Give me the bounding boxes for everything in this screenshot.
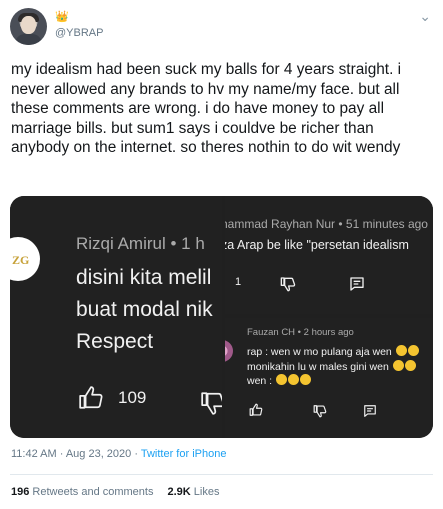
thumbs-down-icon (313, 404, 327, 418)
timestamp-text[interactable]: 11:42 AM · Aug 23, 2020 · (11, 448, 141, 460)
tweet-timestamp: 11:42 AM · Aug 23, 2020 · Twitter for iP… (11, 448, 226, 460)
comment-text-line: buat modal nik (76, 298, 213, 321)
user-handle[interactable]: @YBRAP (55, 27, 103, 39)
tweet-header: 👑 @YBRAP ⌄ (10, 8, 433, 48)
tweet-text: my idealism had been suck my balls for 4… (11, 61, 402, 157)
channel-logo: ZG (10, 237, 40, 281)
screenshot-right-bottom[interactable]: Fauzan CH • 2 hours ago rap : wen w mo p… (225, 318, 433, 438)
grin-emoji-icon (288, 374, 300, 385)
reply-icon (349, 276, 365, 292)
screenshot-left[interactable]: ZG Rizqi Amirul • 1 h disini kita melil … (10, 196, 222, 438)
comment-text-line: Respect (76, 330, 154, 353)
like-count: 1 (235, 276, 242, 288)
reply-icon (363, 404, 377, 418)
comment-text-line: disini kita melil (76, 266, 212, 289)
grin-emoji-icon (395, 345, 407, 356)
commenter-avatar (225, 340, 233, 362)
comment-author: Fauzan CH • 2 hours ago (247, 327, 354, 338)
like-count: 109 (118, 388, 147, 407)
screenshot-right-top[interactable]: hammad Rayhan Nur • 51 minutes ago za Ar… (225, 196, 433, 314)
grin-emoji-icon (407, 345, 419, 356)
chevron-down-icon[interactable]: ⌄ (419, 8, 431, 25)
source-link[interactable]: Twitter for iPhone (141, 448, 227, 460)
avatar[interactable] (10, 8, 47, 45)
comment-text: rap : wen w mo pulang aja wen monikahin … (247, 345, 433, 389)
grin-emoji-icon (300, 374, 312, 385)
thumbs-down-icon (280, 276, 296, 292)
retweets-stat[interactable]: 196 Retweets and comments (11, 486, 153, 498)
thumbs-down-icon (200, 390, 222, 416)
grin-emoji-icon (392, 359, 404, 371)
thumbs-up-icon (78, 385, 104, 411)
tweet-media[interactable]: ZG Rizqi Amirul • 1 h disini kita melil … (10, 196, 433, 438)
divider (10, 474, 433, 475)
crown-icon: 👑 (55, 11, 69, 23)
tweet-stats: 196 Retweets and comments 2.9K Likes (11, 486, 219, 498)
thumbs-up-icon (249, 403, 263, 417)
comment-text: za Arap be like "persetan idealism (225, 238, 409, 252)
grin-emoji-icon (404, 359, 416, 371)
comment-author: hammad Rayhan Nur • 51 minutes ago (225, 217, 428, 231)
comment-author: Rizqi Amirul • 1 h (76, 234, 205, 253)
likes-stat[interactable]: 2.9K Likes (167, 486, 219, 498)
grin-emoji-icon (276, 374, 288, 385)
